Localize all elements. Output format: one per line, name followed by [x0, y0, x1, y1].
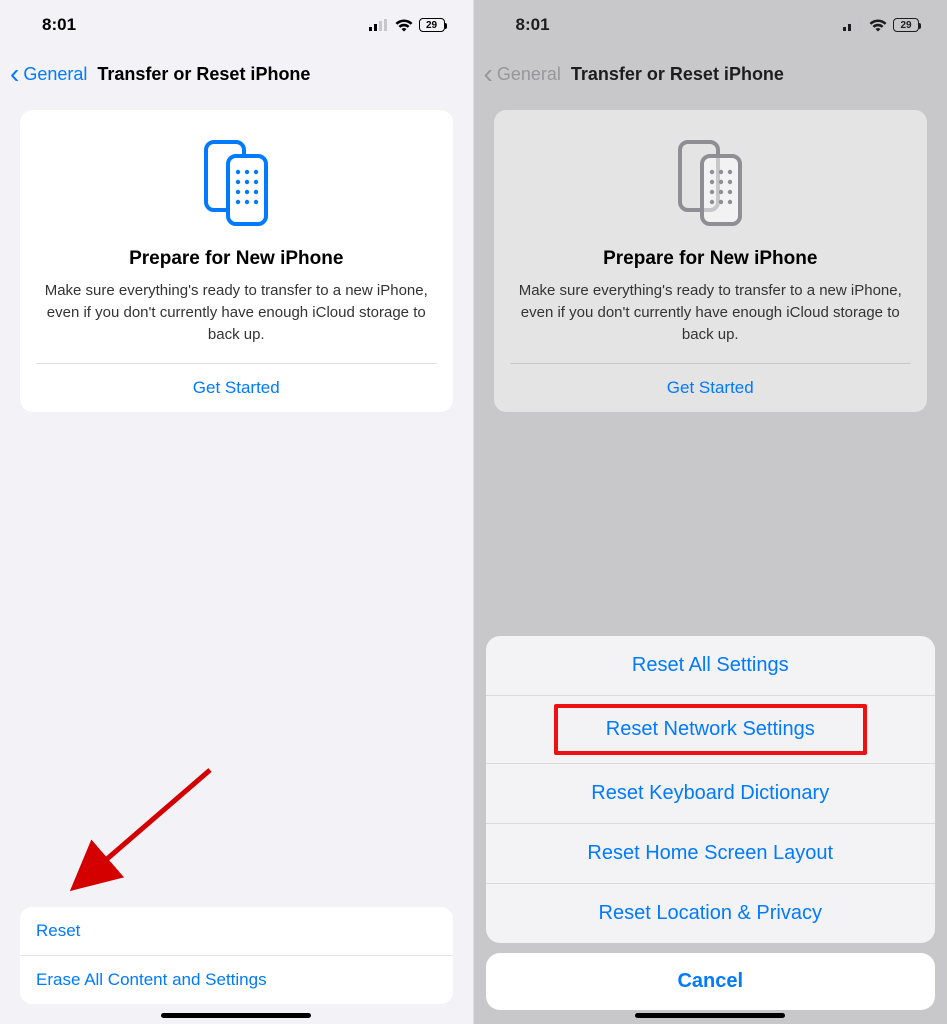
- back-chevron-icon: ‹: [484, 60, 493, 88]
- status-time: 8:01: [516, 15, 550, 35]
- status-right: 29: [369, 18, 445, 32]
- screenshot-left: 8:01 29 ‹ General Transfer or Reset iPho…: [0, 0, 474, 1024]
- get-started-button: Get Started: [494, 364, 928, 412]
- nav-bar: ‹ General Transfer or Reset iPhone: [0, 50, 473, 98]
- reset-keyboard-dictionary-button[interactable]: Reset Keyboard Dictionary: [486, 763, 936, 823]
- wifi-icon: [869, 19, 887, 32]
- cellular-icon: [843, 19, 863, 31]
- prepare-card: Prepare for New iPhone Make sure everyth…: [20, 110, 453, 412]
- cancel-button[interactable]: Cancel: [486, 953, 936, 1010]
- battery-icon: 29: [893, 18, 919, 32]
- transfer-devices-icon: [188, 138, 284, 228]
- action-sheet-list: Reset All Settings Reset Network Setting…: [486, 636, 936, 943]
- prepare-title: Prepare for New iPhone: [40, 248, 433, 270]
- annotation-arrow-icon: [60, 760, 230, 910]
- prepare-title: Prepare for New iPhone: [514, 248, 908, 270]
- reset-network-settings-label: Reset Network Settings: [596, 714, 825, 745]
- action-sheet: Reset All Settings Reset Network Setting…: [486, 636, 936, 1010]
- nav-back-label: General: [497, 64, 561, 85]
- reset-location-privacy-button[interactable]: Reset Location & Privacy: [486, 883, 936, 943]
- nav-title: Transfer or Reset iPhone: [571, 64, 784, 85]
- nav-bar: ‹ General Transfer or Reset iPhone: [474, 50, 947, 98]
- status-bar: 8:01 29: [474, 0, 947, 50]
- wifi-icon: [395, 19, 413, 32]
- home-indicator[interactable]: [161, 1013, 311, 1018]
- reset-home-screen-layout-button[interactable]: Reset Home Screen Layout: [486, 823, 936, 883]
- back-chevron-icon[interactable]: ‹: [10, 60, 19, 88]
- cellular-icon: [369, 19, 389, 31]
- transfer-devices-icon: [662, 138, 758, 228]
- get-started-button[interactable]: Get Started: [20, 364, 453, 412]
- nav-back-label[interactable]: General: [23, 64, 87, 85]
- screenshot-right: 8:01 29 ‹ General Transfer or Reset iPho…: [474, 0, 947, 1024]
- battery-icon: 29: [419, 18, 445, 32]
- reset-network-settings-button[interactable]: Reset Network Settings: [486, 695, 936, 763]
- prepare-card: Prepare for New iPhone Make sure everyth…: [494, 110, 928, 412]
- reset-options-list: Reset Erase All Content and Settings: [20, 907, 453, 1004]
- reset-button[interactable]: Reset: [20, 907, 453, 955]
- home-indicator[interactable]: [635, 1013, 785, 1018]
- erase-all-button[interactable]: Erase All Content and Settings: [20, 955, 453, 1004]
- reset-all-settings-button[interactable]: Reset All Settings: [486, 636, 936, 695]
- status-right: 29: [843, 18, 919, 32]
- prepare-description: Make sure everything's ready to transfer…: [40, 280, 433, 345]
- nav-title: Transfer or Reset iPhone: [97, 64, 310, 85]
- status-time: 8:01: [42, 15, 76, 35]
- status-bar: 8:01 29: [0, 0, 473, 50]
- prepare-description: Make sure everything's ready to transfer…: [514, 280, 908, 345]
